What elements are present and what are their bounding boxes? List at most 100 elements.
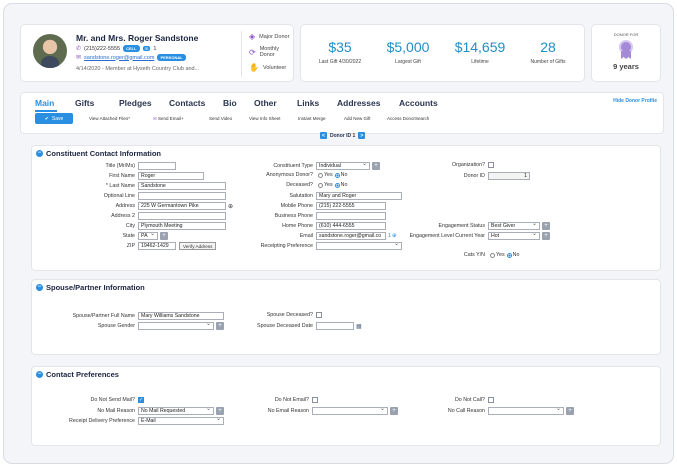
salutation-field: Salutation Mary and Roger <box>228 192 402 200</box>
send-video-button[interactable]: Send Video <box>209 116 232 121</box>
deceased-yes-radio[interactable] <box>318 182 323 188</box>
spouse-deceased-date-input[interactable] <box>316 322 354 330</box>
add-no-email-reason-button[interactable]: + <box>390 407 398 415</box>
send-email-button[interactable]: ✉ Send Email+ <box>153 116 184 122</box>
contact-preferences-section: −Contact Preferences Do Not Send Mail? N… <box>31 366 661 446</box>
business-phone-input[interactable] <box>316 212 386 220</box>
spouse-full-name-input[interactable]: Mary Williams Sandstone <box>138 312 224 320</box>
spouse-deceased-checkbox[interactable] <box>316 312 322 318</box>
view-attached-files-button[interactable]: View Attached Files* <box>89 116 130 121</box>
do-not-send-mail-checkbox[interactable] <box>138 397 144 403</box>
salutation-input[interactable]: Mary and Roger <box>316 192 402 200</box>
view-info-sheet-button[interactable]: View Info Sheet <box>249 116 280 121</box>
add-engagement-level-button[interactable]: + <box>542 232 550 240</box>
verify-address-button[interactable]: Verify Address <box>179 242 217 250</box>
donor-id-label: Donor ID 1 <box>330 132 356 139</box>
engagement-level-select[interactable]: Hot <box>488 232 540 240</box>
tab-addresses[interactable]: Addresses <box>337 98 380 108</box>
email-link[interactable]: sandstone.roger@gmail.com <box>84 55 154 61</box>
constituent-type-field: Constituent TypeIndividual+ <box>228 162 380 170</box>
tab-bar: Main Gifts Pledges Contacts Bio Other Li… <box>20 92 664 134</box>
collapse-icon[interactable]: − <box>36 371 43 378</box>
zip-input[interactable]: 19462-1429 <box>138 242 176 250</box>
add-engagement-status-button[interactable]: + <box>542 222 550 230</box>
tab-main[interactable]: Main <box>35 98 54 108</box>
cats-yes-radio[interactable] <box>490 252 495 258</box>
tab-contacts[interactable]: Contacts <box>169 98 205 108</box>
save-button[interactable]: ✔ Save <box>35 113 73 124</box>
no-call-reason-field: No Call Reason+ <box>404 407 574 415</box>
collapse-icon[interactable]: − <box>36 284 43 291</box>
phone-number[interactable]: (215)222-5555 <box>84 46 120 52</box>
address-input[interactable]: 225 W Germantown Pike <box>138 202 226 210</box>
anonymous-no-radio[interactable] <box>334 172 340 178</box>
engagement-status-field: Engagement StatusBest Giver+ <box>362 222 550 230</box>
add-no-mail-reason-button[interactable]: + <box>216 407 224 415</box>
add-spouse-gender-button[interactable]: + <box>216 322 224 330</box>
do-not-send-mail-field: Do Not Send Mail? <box>42 397 144 403</box>
mobile-phone-input[interactable]: (215) 222-5555 <box>316 202 386 210</box>
organization-checkbox[interactable] <box>488 162 494 168</box>
city-input[interactable]: Plymouth Meeting <box>138 222 226 230</box>
phone-icon: ✆ <box>76 46 82 52</box>
spouse-gender-select[interactable] <box>138 322 214 330</box>
tab-gifts[interactable]: Gifts <box>75 98 94 108</box>
tab-bio[interactable]: Bio <box>223 98 237 108</box>
email-icon: ✉ <box>76 55 82 61</box>
engagement-status-select[interactable]: Best Giver <box>488 222 540 230</box>
tab-links[interactable]: Links <box>297 98 319 108</box>
optional-line-input[interactable] <box>138 192 226 200</box>
hide-donor-profile-link[interactable]: Hide Donor Profile <box>613 98 657 104</box>
avatar <box>33 34 67 68</box>
organization-field: Organization? <box>404 162 494 168</box>
tab-accounts[interactable]: Accounts <box>399 98 438 108</box>
address2-input[interactable] <box>138 212 226 220</box>
state-field: StatePA+ <box>62 232 168 240</box>
phone-count: 1 <box>153 45 157 52</box>
mobile-phone-field: Mobile Phone (215) 222-5555 <box>228 202 386 210</box>
title-input[interactable] <box>138 162 176 170</box>
do-not-call-checkbox[interactable] <box>488 397 494 403</box>
next-donor-button[interactable]: > <box>358 132 366 139</box>
donor-id-field: Donor ID 1 <box>404 172 530 180</box>
cats-no-radio[interactable] <box>506 252 512 258</box>
add-new-gift-button[interactable]: Add New Gift <box>344 116 371 121</box>
first-name-input[interactable]: Roger <box>138 172 204 180</box>
receipting-preference-select[interactable] <box>316 242 402 250</box>
donor-tags: ◈ Major Donor ⟳ Monthly Donor ✋ Volunteer <box>249 32 293 72</box>
collapse-icon[interactable]: − <box>36 150 43 157</box>
add-constituent-type-button[interactable]: + <box>372 162 380 170</box>
no-call-reason-select[interactable] <box>488 407 564 415</box>
calendar-icon[interactable]: ▦ <box>356 323 362 330</box>
tab-pledges[interactable]: Pledges <box>119 98 152 108</box>
personal-badge: PERSONAL <box>157 54 186 61</box>
deceased-no-radio[interactable] <box>334 182 340 188</box>
add-no-call-reason-button[interactable]: + <box>566 407 574 415</box>
access-donorsearch-button[interactable]: Access DonorSearch <box>387 116 429 121</box>
save-icon: ✔ <box>44 115 49 122</box>
app-frame: Mr. and Mrs. Roger Sandstone ✆ (215)222-… <box>3 3 674 464</box>
stat-lifetime: $14,659 Lifetime <box>454 39 506 65</box>
last-name-input[interactable]: Sandstone <box>138 182 226 190</box>
do-not-email-checkbox[interactable] <box>312 397 318 403</box>
spouse-full-name-field: Spouse/Partner Full Name Mary Williams Sa… <box>42 312 224 320</box>
address-field: Address 225 W Germantown Pike ⊕ <box>115 202 234 210</box>
constituent-type-select[interactable]: Individual <box>316 162 370 170</box>
constituent-section: − Constituent Contact Information Title (… <box>31 145 661 271</box>
do-not-email-field: Do Not Email? <box>228 397 318 403</box>
receipt-delivery-select[interactable]: E-Mail <box>138 417 224 425</box>
prev-donor-button[interactable]: < <box>320 132 327 139</box>
last-name-field: * Last Name Sandstone <box>62 182 226 190</box>
first-name-field: First Name Roger <box>62 172 204 180</box>
instant-merge-button[interactable]: Instant Merge <box>298 116 326 121</box>
tab-other[interactable]: Other <box>254 98 277 108</box>
tag-major-donor: ◈ Major Donor <box>249 32 290 41</box>
do-not-call-field: Do Not Call? <box>404 397 494 403</box>
state-select[interactable]: PA <box>138 232 158 240</box>
no-mail-reason-select[interactable]: No Mail Requested <box>138 407 214 415</box>
donor-years: 9 years <box>613 62 639 71</box>
anonymous-yes-radio[interactable] <box>318 172 323 178</box>
add-state-button[interactable]: + <box>160 232 168 240</box>
no-email-reason-select[interactable] <box>312 407 388 415</box>
active-tab-underline <box>35 110 57 112</box>
